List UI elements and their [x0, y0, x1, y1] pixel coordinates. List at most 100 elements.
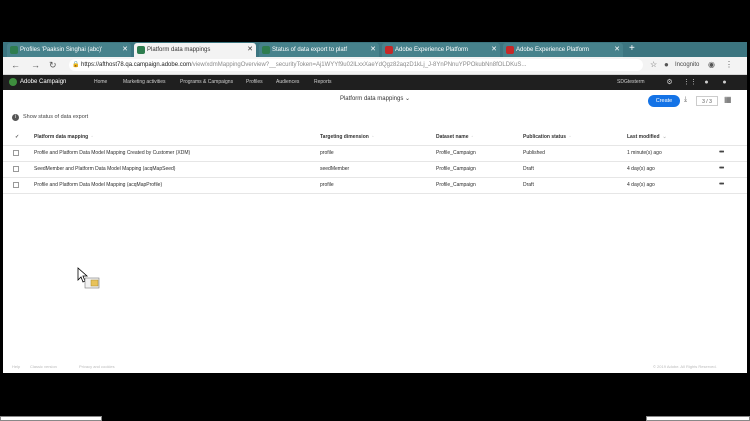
- new-tab-button[interactable]: +: [629, 42, 635, 56]
- star-icon[interactable]: ☆: [650, 59, 657, 71]
- user-name[interactable]: SDGtesterm: [617, 75, 645, 90]
- table-header-row: ✓ Platform data mapping ◦ Targeting dimen…: [3, 129, 747, 146]
- header-label: Platform data mapping: [34, 134, 89, 140]
- close-icon[interactable]: ✕: [491, 43, 497, 57]
- header-label: Publication status: [523, 134, 567, 140]
- app-name[interactable]: Adobe Campaign: [20, 75, 66, 90]
- campaign-favicon-icon: [137, 46, 145, 54]
- tab-platform-data-mappings[interactable]: Platform data mappings ✕: [134, 43, 256, 57]
- nav-programs-campaigns[interactable]: Programs & Campaigns: [180, 75, 233, 90]
- gear-icon[interactable]: ⚙: [665, 78, 674, 87]
- tab-strip: Profiles 'Paaksin Singhai (abc)' ✕ Platf…: [3, 42, 747, 57]
- back-icon[interactable]: ←: [11, 59, 20, 71]
- sort-icon: ◦: [371, 134, 374, 140]
- tab-label: Status of data export to platf: [272, 47, 348, 53]
- cell-targeting-dimension: profile: [320, 150, 334, 156]
- tab-label: Profiles 'Paaksin Singhai (abc)': [20, 47, 103, 53]
- adobe-campaign-logo-icon: [9, 78, 17, 86]
- header-mapping[interactable]: Platform data mapping ◦: [34, 129, 93, 145]
- header-publication-status[interactable]: Publication status ◦: [523, 129, 571, 145]
- apps-grid-icon[interactable]: ⋮⋮: [683, 78, 697, 87]
- close-icon[interactable]: ✕: [122, 43, 128, 57]
- nav-marketing-activities[interactable]: Marketing activities: [123, 75, 166, 90]
- bell-icon[interactable]: ●: [702, 78, 711, 87]
- cell-publication-status: Draft: [523, 182, 534, 188]
- tab-profiles[interactable]: Profiles 'Paaksin Singhai (abc)' ✕: [7, 43, 131, 57]
- lock-icon: 🔒: [72, 62, 80, 68]
- page-title-text: Platform data mappings: [339, 96, 404, 102]
- more-options-icon[interactable]: •••: [719, 177, 724, 193]
- mouse-cursor-icon: [77, 267, 100, 289]
- select-all-check-icon[interactable]: ✓: [15, 129, 19, 145]
- close-icon[interactable]: ✕: [247, 43, 253, 57]
- footer-privacy-link[interactable]: Privacy and cookies: [79, 361, 115, 373]
- table-row[interactable]: Profile and Platform Data Model Mapping …: [3, 145, 747, 162]
- sort-icon: ◦: [569, 134, 571, 140]
- cell-last-modified: 4 day(s) ago: [627, 166, 655, 172]
- cell-mapping[interactable]: Profile and Platform Data Model Mapping …: [34, 145, 190, 161]
- create-button[interactable]: Create: [648, 95, 680, 107]
- address-bar[interactable]: 🔒 https://afthost78.qa.campaign.adobe.co…: [69, 59, 643, 71]
- footer-classic-version-link[interactable]: Classic version: [30, 361, 57, 373]
- header-label: Last modified: [627, 134, 660, 140]
- cell-last-modified: 1 minute(s) ago: [627, 150, 662, 156]
- browser-window: Profiles 'Paaksin Singhai (abc)' ✕ Platf…: [3, 42, 747, 373]
- nav-reports[interactable]: Reports: [314, 75, 332, 90]
- incognito-icon: ●: [664, 60, 669, 69]
- tab-adobe-experience-platform-2[interactable]: Adobe Experience Platform ✕: [503, 43, 623, 57]
- tab-adobe-experience-platform-1[interactable]: Adobe Experience Platform ✕: [382, 43, 500, 57]
- header-last-modified[interactable]: Last modified ⌄: [627, 129, 667, 145]
- campaign-favicon-icon: [10, 46, 18, 54]
- campaign-favicon-icon: [262, 46, 270, 54]
- tab-status-export[interactable]: Status of data export to platf ✕: [259, 43, 379, 57]
- cell-last-modified: 4 day(s) ago: [627, 182, 655, 188]
- more-options-icon[interactable]: •••: [719, 161, 724, 177]
- header-targeting-dimension[interactable]: Targeting dimension ◦: [320, 129, 374, 145]
- header-dataset-name[interactable]: Dataset name ◦: [436, 129, 473, 145]
- cell-dataset-name: Profile_Campaign: [436, 182, 476, 188]
- incognito-label: Incognito: [675, 62, 700, 68]
- cell-publication-status: Draft: [523, 166, 534, 172]
- url-host: https://afthost78.qa.campaign.adobe.com: [81, 62, 192, 68]
- close-icon[interactable]: ✕: [370, 43, 376, 57]
- cell-targeting-dimension: profile: [320, 182, 334, 188]
- header-label: Targeting dimension: [320, 134, 369, 140]
- reload-icon[interactable]: ↻: [49, 59, 57, 71]
- more-options-icon[interactable]: •••: [719, 145, 724, 161]
- cell-mapping[interactable]: SeedMember and Platform Data Model Mappi…: [34, 161, 175, 177]
- row-checkbox[interactable]: [13, 150, 19, 156]
- footer-copyright: © 2019 Adobe. All Rights Reserved.: [653, 364, 717, 369]
- cell-targeting-dimension: seedMember: [320, 166, 350, 172]
- close-icon[interactable]: ✕: [614, 43, 620, 57]
- column-settings-icon[interactable]: ▦: [724, 95, 732, 104]
- help-icon[interactable]: ●: [720, 78, 729, 87]
- forward-icon[interactable]: →: [31, 59, 40, 71]
- browser-menu-icon[interactable]: ⋮: [725, 59, 733, 71]
- table-row[interactable]: SeedMember and Platform Data Model Mappi…: [3, 161, 747, 178]
- minimized-window[interactable]: [0, 416, 102, 421]
- header-label: Dataset name: [436, 134, 469, 140]
- nav-home[interactable]: Home: [94, 75, 107, 90]
- adobe-favicon-icon: [385, 46, 393, 54]
- tab-label: Adobe Experience Platform: [395, 47, 469, 53]
- cell-mapping[interactable]: Profile and Platform Data Model Mapping …: [34, 177, 162, 193]
- info-icon: i: [12, 114, 19, 121]
- nav-audiences[interactable]: Audiences: [276, 75, 299, 90]
- download-icon[interactable]: ⤓: [684, 96, 687, 104]
- page-title[interactable]: Platform data mappings ⌄: [3, 95, 747, 102]
- row-checkbox[interactable]: [13, 166, 19, 172]
- show-status-link[interactable]: i Show status of data export: [12, 113, 88, 122]
- url-path: /view/xdmMappingOverview?__securityToken…: [191, 62, 527, 68]
- sort-icon: ◦: [471, 134, 474, 140]
- pagination-count: 3 / 3: [696, 96, 718, 106]
- nav-profiles[interactable]: Profiles: [246, 75, 263, 90]
- table-row[interactable]: Profile and Platform Data Model Mapping …: [3, 177, 747, 194]
- sort-icon: ◦: [91, 134, 93, 140]
- adobe-favicon-icon: [506, 46, 514, 54]
- cell-dataset-name: Profile_Campaign: [436, 150, 476, 156]
- profile-icon[interactable]: ◉: [708, 59, 715, 71]
- tab-label: Adobe Experience Platform: [516, 47, 590, 53]
- row-checkbox[interactable]: [13, 182, 19, 188]
- minimized-window[interactable]: [646, 416, 750, 421]
- footer-help-link[interactable]: Help: [12, 361, 20, 373]
